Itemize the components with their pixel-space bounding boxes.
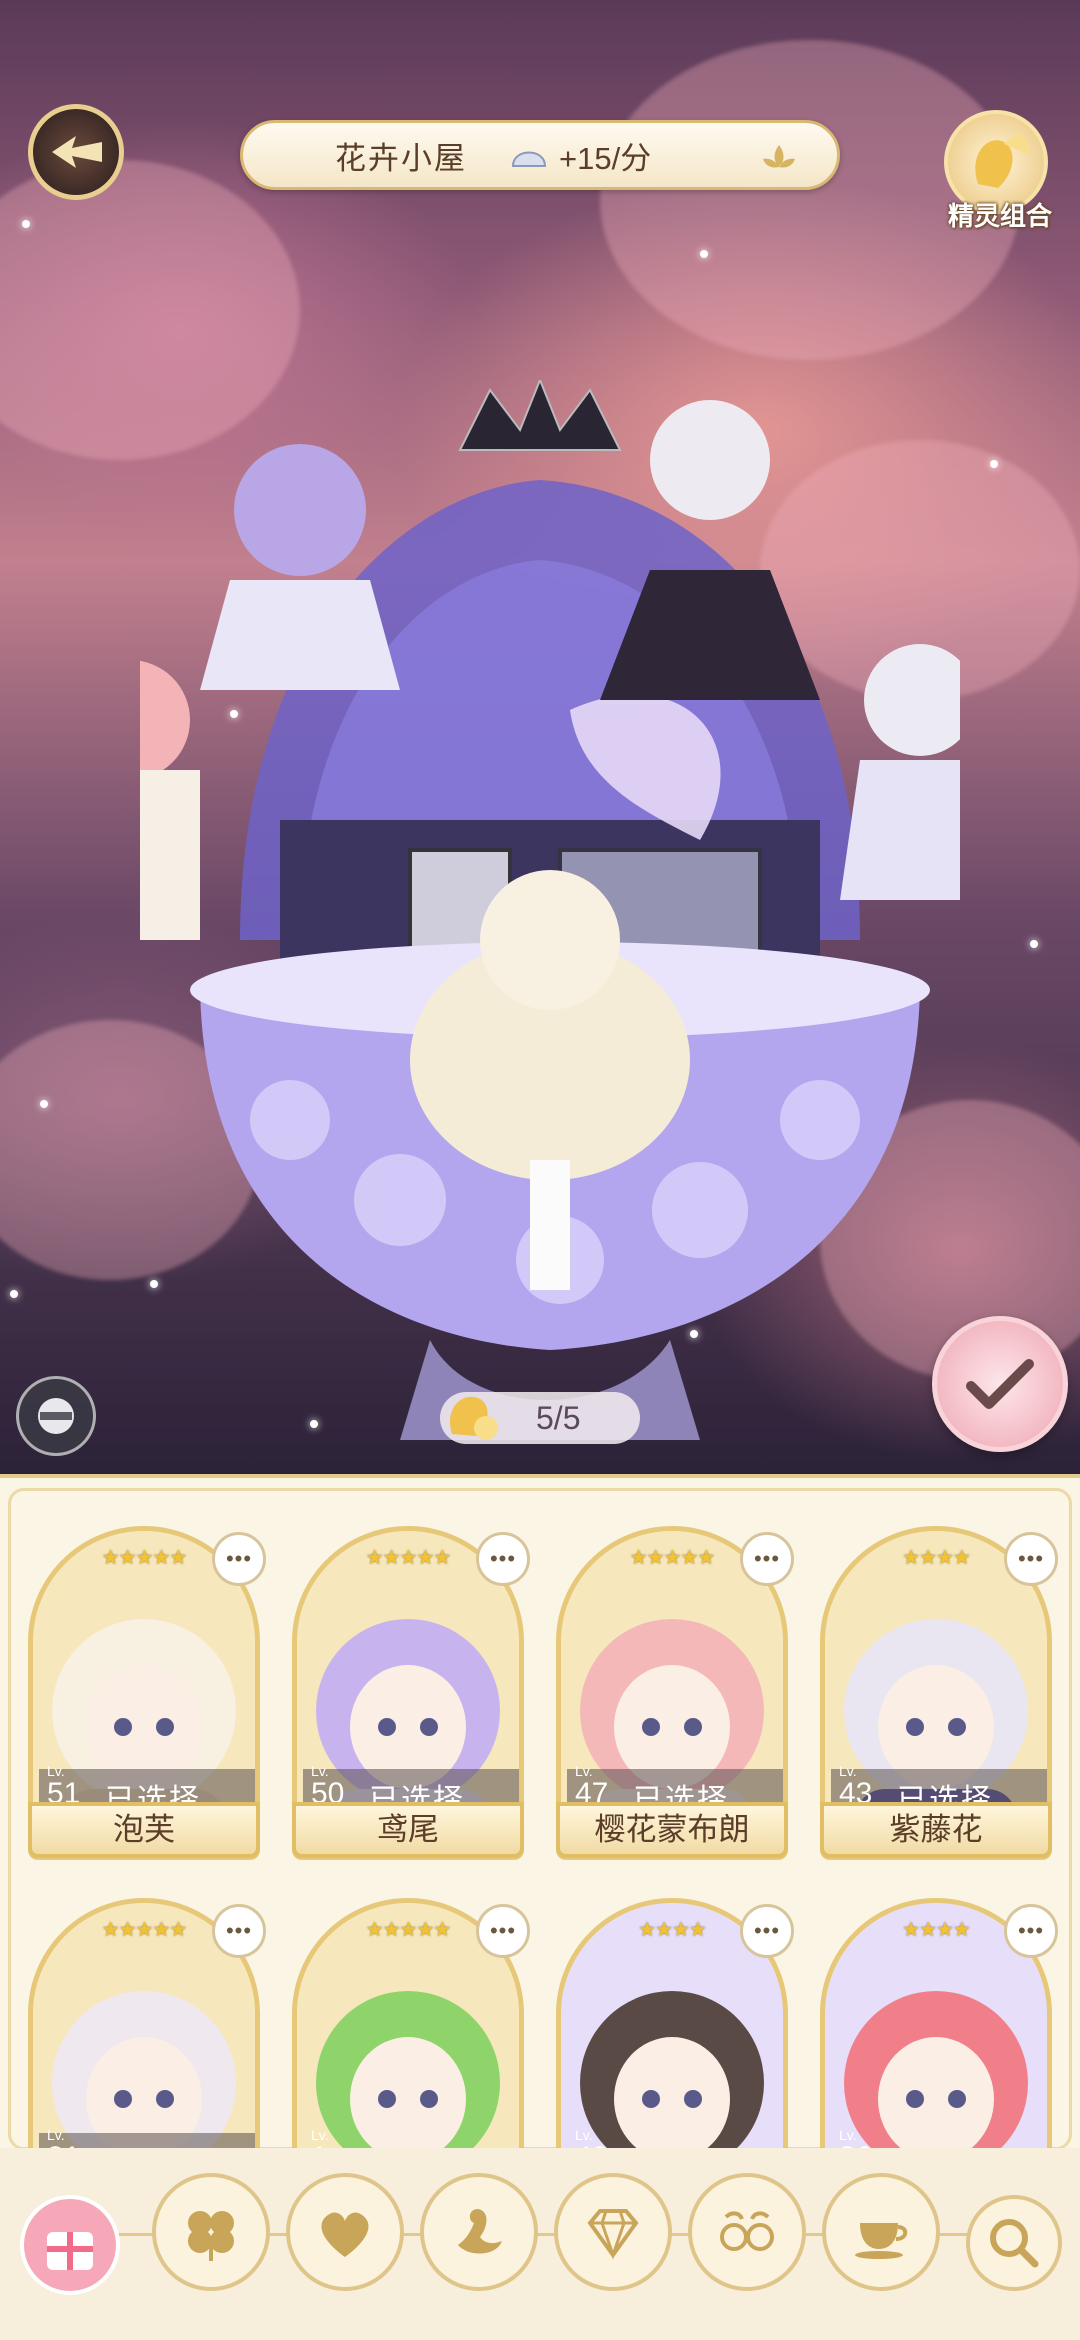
heart-icon [321,2212,369,2257]
back-arrow-icon [52,136,102,168]
selected-count: 5/5 [536,1399,581,1436]
nav-gift[interactable] [20,2195,120,2295]
fairy-count-icon [450,1396,498,1440]
house-title-bar: 花卉小屋 +15/分 [240,120,840,190]
more-dots-icon: ••• [753,1546,781,1571]
house-name: 花卉小屋 [335,140,467,176]
nav-glasses[interactable] [688,2173,806,2291]
glasses-icon [720,2211,774,2251]
spirit-combo-label[interactable]: 精灵组合 [930,196,1070,233]
more-options-button[interactable]: ••• [1004,1532,1058,1586]
rarity-stars: ★★★★★ [101,1547,188,1569]
more-options-button[interactable]: ••• [740,1904,794,1958]
diamond-icon [587,2209,639,2260]
clover-icon [188,2211,234,2261]
panel-bottom-clip [0,2148,1080,2154]
income-rate: +15/分 [559,140,652,176]
nav-clover[interactable] [152,2173,270,2291]
gift-icon [47,2232,93,2270]
spirit-name: 鸢尾 [292,1802,524,1858]
more-dots-icon: ••• [489,1918,517,1943]
teacup-icon [855,2223,908,2259]
more-dots-icon: ••• [489,1546,517,1571]
selected-count-pill: 5/5 [440,1392,640,1444]
more-dots-icon: ••• [1017,1918,1045,1943]
more-options-button[interactable]: ••• [740,1532,794,1586]
spirit-card[interactable]: ★★★★★ Lv. 50 已选择 ••• 鸢尾 [292,1526,530,1860]
more-dots-icon: ••• [753,1918,781,1943]
rarity-stars: ★★★★★ [365,1919,452,1941]
spirit-name: 樱花蒙布朗 [556,1802,788,1858]
nav-diamond[interactable] [554,2173,672,2291]
more-options-button[interactable]: ••• [476,1532,530,1586]
spirit-name: 紫藤花 [820,1802,1052,1858]
nav-search[interactable] [966,2195,1062,2291]
camera-toggle-button[interactable] [16,1376,96,1456]
bottom-nav [0,2150,1080,2340]
house-scene[interactable] [0,0,1080,1478]
eye-toggle-icon [38,1398,74,1434]
nav-heart[interactable] [286,2173,404,2291]
rarity-stars: ★★★★★ [365,1547,452,1569]
spirit-card[interactable]: ★★★★ Lv. 43 已选择 ••• 紫藤花 [820,1526,1058,1860]
flower-house-model[interactable] [140,380,960,1478]
confirm-button[interactable] [932,1316,1068,1452]
rarity-stars: ★★★★★ [101,1919,188,1941]
more-dots-icon: ••• [225,1546,253,1571]
spirit-card[interactable]: ★★★★★ Lv. 47 已选择 ••• 樱花蒙布朗 [556,1526,794,1860]
more-dots-icon: ••• [225,1918,253,1943]
checkmark-icon [966,1359,1034,1409]
more-options-button[interactable]: ••• [1004,1904,1058,1958]
swan-icon [458,2209,502,2254]
spirit-card[interactable]: ★★★★★ Lv. 51 已选择 ••• 泡芙 [28,1526,266,1860]
more-options-button[interactable]: ••• [212,1532,266,1586]
nav-teacup[interactable] [822,2173,940,2291]
more-dots-icon: ••• [1017,1546,1045,1571]
search-icon [990,2219,1039,2268]
more-options-button[interactable]: ••• [476,1904,530,1958]
rarity-stars: ★★★★★ [629,1547,716,1569]
spirit-name: 泡芙 [28,1802,260,1858]
shell-icon [511,151,547,167]
more-options-button[interactable]: ••• [212,1904,266,1958]
nav-swan[interactable] [420,2173,538,2291]
rarity-stars: ★★★★ [902,1547,971,1569]
rarity-stars: ★★★★ [902,1919,971,1941]
rarity-stars: ★★★★ [638,1919,707,1941]
back-button[interactable] [28,104,124,200]
lotus-icon [763,145,795,168]
